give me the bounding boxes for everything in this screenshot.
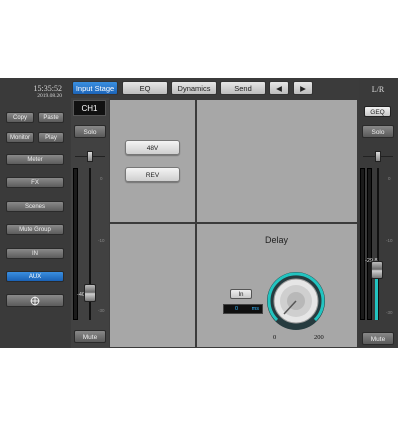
main-solo-button[interactable]: Solo — [362, 125, 394, 138]
input-stage-panel: 48V REV — [110, 100, 195, 222]
prev-button[interactable]: ◀ — [269, 81, 289, 95]
aux-button[interactable]: AUX — [6, 271, 64, 282]
delay-min-label: 0 — [273, 334, 277, 341]
main-meter-right — [367, 168, 372, 320]
paste-button[interactable]: Paste — [38, 112, 64, 123]
channel-scale-0: 0 — [100, 176, 103, 181]
channel-name: CH1 — [73, 100, 106, 116]
tab-dynamics[interactable]: Dynamics — [171, 81, 217, 95]
next-button[interactable]: ▶ — [293, 81, 313, 95]
delay-in-button[interactable]: In — [230, 289, 252, 299]
channel-scale-10: -10 — [98, 238, 105, 243]
delay-unit: ms — [251, 306, 259, 312]
mute-group-button[interactable]: Mute Group — [6, 224, 64, 235]
main-strip: L/R GEQ Solo 0 -10 -30 -29.8 Mute — [359, 78, 397, 348]
left-sidebar: 15:35:52 2019.08.20 Copy Paste Monitor P… — [0, 78, 70, 348]
empty-panel-top-right — [197, 100, 357, 222]
delay-dial[interactable] — [265, 270, 327, 332]
delay-value-box[interactable]: 0 ms — [223, 304, 263, 314]
meter-button[interactable]: Meter — [6, 154, 64, 165]
channel-mute-button[interactable]: Mute — [74, 330, 106, 343]
play-button[interactable]: Play — [38, 132, 64, 143]
tab-eq[interactable]: EQ — [122, 81, 168, 95]
channel-scale-30: -30 — [98, 308, 105, 313]
phantom-48v-button[interactable]: 48V — [125, 140, 180, 155]
main-pan-handle[interactable] — [375, 151, 381, 162]
tab-bar: Input Stage EQ Dynamics Send ◀ ▶ — [70, 78, 358, 98]
crosshair-icon — [30, 296, 40, 306]
main-scale-30: -30 — [386, 310, 393, 315]
link-button[interactable] — [6, 294, 64, 307]
geq-button[interactable]: GEQ — [364, 106, 391, 117]
delay-value: 0 — [235, 306, 239, 312]
channel-strip: CH1 Solo 0 -10 -30 -40.0 Mute — [71, 98, 109, 348]
channel-solo-button[interactable]: Solo — [74, 125, 106, 138]
main-meter-left — [360, 168, 365, 320]
empty-panel-bottom-left — [110, 224, 195, 347]
main-scale-10: -10 — [386, 238, 393, 243]
scenes-button[interactable]: Scenes — [6, 201, 64, 212]
reverse-button[interactable]: REV — [125, 167, 180, 182]
copy-button[interactable]: Copy — [6, 112, 34, 123]
tab-input-stage[interactable]: Input Stage — [72, 81, 118, 95]
main-scale-0: 0 — [388, 176, 391, 181]
fx-button[interactable]: FX — [6, 177, 64, 188]
main-mute-button[interactable]: Mute — [362, 332, 394, 345]
mixer-app: 15:35:52 2019.08.20 Copy Paste Monitor P… — [0, 78, 398, 348]
channel-fader-knob[interactable] — [84, 283, 96, 302]
clock-time: 15:35:52 — [33, 84, 62, 93]
in-button[interactable]: IN — [6, 248, 64, 259]
main-fader-knob[interactable] — [371, 260, 383, 279]
monitor-button[interactable]: Monitor — [6, 132, 34, 143]
clock-date: 2019.08.20 — [37, 93, 62, 99]
main-title: L/R — [371, 85, 385, 94]
delay-panel: Delay In 0 ms 0 200 — [197, 224, 357, 347]
tab-send[interactable]: Send — [220, 81, 266, 95]
delay-max-label: 200 — [314, 334, 324, 341]
channel-pan-handle[interactable] — [87, 151, 93, 162]
delay-title: Delay — [265, 235, 289, 245]
